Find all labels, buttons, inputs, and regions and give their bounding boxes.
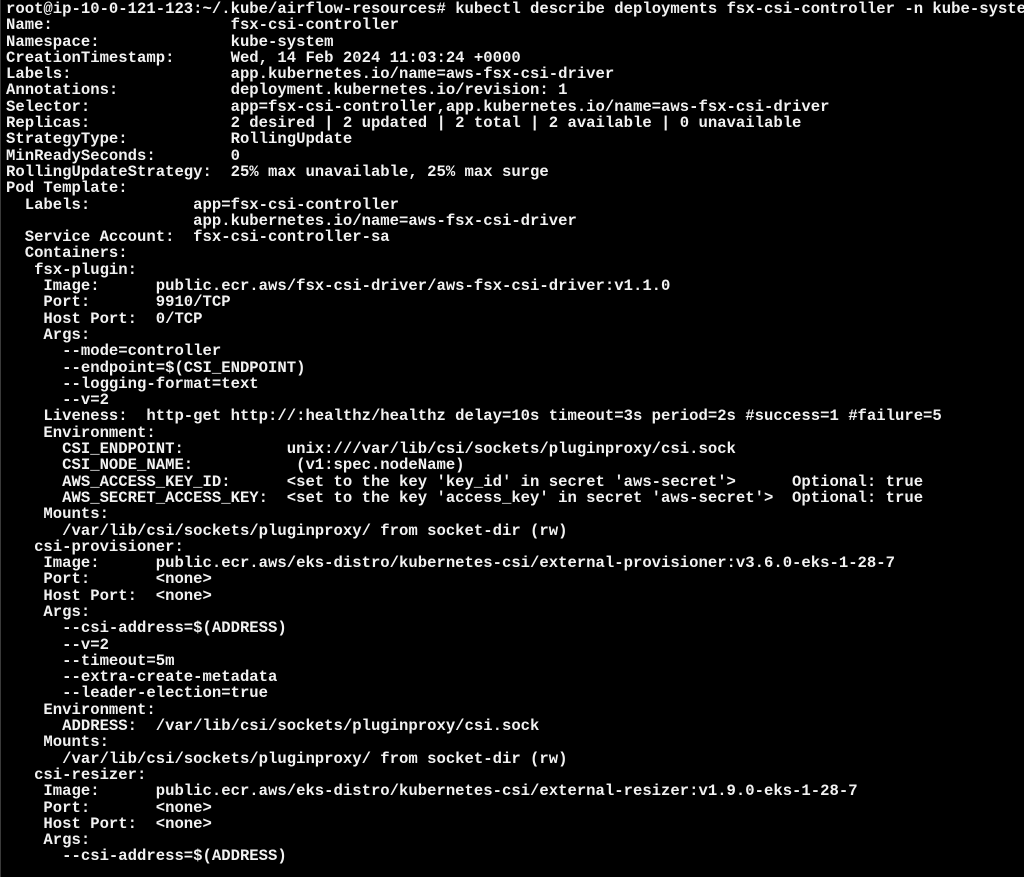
output-line: Labels: app=fsx-csi-controller	[6, 195, 400, 214]
output-line: Port: <none>	[6, 570, 212, 589]
output-line: Image: public.ecr.aws/fsx-csi-driver/aws…	[6, 277, 671, 296]
output-line: Args:	[6, 831, 91, 850]
output-line: CSI_NODE_NAME: (v1:spec.nodeName)	[6, 456, 465, 475]
output-line: --csi-address=$(ADDRESS)	[6, 847, 287, 866]
output-line: CreationTimestamp: Wed, 14 Feb 2024 11:0…	[6, 48, 521, 67]
output-line: --v=2	[6, 635, 109, 654]
output-line: --extra-create-metadata	[6, 668, 278, 687]
command-line: root@ip-10-0-121-123:~/.kube/airflow-res…	[6, 1, 1024, 17]
output-line: Args:	[6, 602, 91, 621]
output-line: AWS_ACCESS_KEY_ID: <set to the key 'key_…	[6, 472, 924, 491]
output-line: Image: public.ecr.aws/eks-distro/kuberne…	[6, 554, 895, 573]
output-line: Labels: app.kubernetes.io/name=aws-fsx-c…	[6, 65, 615, 84]
output-line: csi-resizer:	[6, 765, 147, 784]
output-line: --timeout=5m	[6, 651, 175, 670]
command-output: Name: fsx-csi-controller Namespace: kube-…	[6, 16, 1024, 866]
output-line: csi-provisioner:	[6, 537, 184, 556]
output-line: ADDRESS: /var/lib/csi/sockets/pluginprox…	[6, 717, 540, 736]
output-line: Mounts:	[6, 733, 109, 752]
output-line: CSI_ENDPOINT: unix:///var/lib/csi/socket…	[6, 440, 736, 459]
output-line: fsx-plugin:	[6, 260, 138, 279]
output-line: AWS_SECRET_ACCESS_KEY: <set to the key '…	[6, 488, 924, 507]
output-line: Containers:	[6, 244, 128, 263]
output-line: Port: 9910/TCP	[6, 293, 231, 312]
output-line: Host Port: <none>	[6, 586, 212, 605]
output-line: Environment:	[6, 423, 156, 442]
output-line: /var/lib/csi/sockets/pluginproxy/ from s…	[6, 749, 568, 768]
output-line: app.kubernetes.io/name=aws-fsx-csi-drive…	[6, 211, 577, 230]
terminal-window[interactable]: root@ip-10-0-121-123:~/.kube/airflow-res…	[0, 0, 1024, 877]
output-line: StrategyType: RollingUpdate	[6, 130, 353, 149]
output-line: Mounts:	[6, 505, 109, 524]
output-line: Port: <none>	[6, 798, 212, 817]
output-line: MinReadySeconds: 0	[6, 146, 240, 165]
output-line: Liveness: http-get http://:healthz/healt…	[6, 407, 942, 426]
output-line: --leader-election=true	[6, 684, 269, 703]
output-line: Host Port: <none>	[6, 814, 212, 833]
output-line: --endpoint=$(CSI_ENDPOINT)	[6, 358, 306, 377]
output-line: Args:	[6, 325, 91, 344]
shell-command: kubectl describe deployments fsx-csi-con…	[455, 0, 1024, 18]
output-line: Environment:	[6, 700, 156, 719]
output-line: --logging-format=text	[6, 374, 259, 393]
output-line: --mode=controller	[6, 342, 222, 361]
output-line: Annotations: deployment.kubernetes.io/re…	[6, 81, 568, 100]
output-line: --csi-address=$(ADDRESS)	[6, 619, 287, 638]
output-line: --v=2	[6, 391, 109, 410]
output-line: Service Account: fsx-csi-controller-sa	[6, 228, 390, 247]
output-line: Selector: app=fsx-csi-controller,app.kub…	[6, 97, 830, 116]
output-line: Replicas: 2 desired | 2 updated | 2 tota…	[6, 114, 802, 133]
output-line: Pod Template:	[6, 179, 128, 198]
output-line: Namespace: kube-system	[6, 32, 334, 51]
output-line: Image: public.ecr.aws/eks-distro/kuberne…	[6, 782, 858, 801]
output-line: RollingUpdateStrategy: 25% max unavailab…	[6, 162, 549, 181]
output-line: Name: fsx-csi-controller	[6, 16, 400, 35]
shell-prompt: root@ip-10-0-121-123:~/.kube/airflow-res…	[6, 0, 456, 18]
output-line: Host Port: 0/TCP	[6, 309, 203, 328]
output-line: /var/lib/csi/sockets/pluginproxy/ from s…	[6, 521, 568, 540]
